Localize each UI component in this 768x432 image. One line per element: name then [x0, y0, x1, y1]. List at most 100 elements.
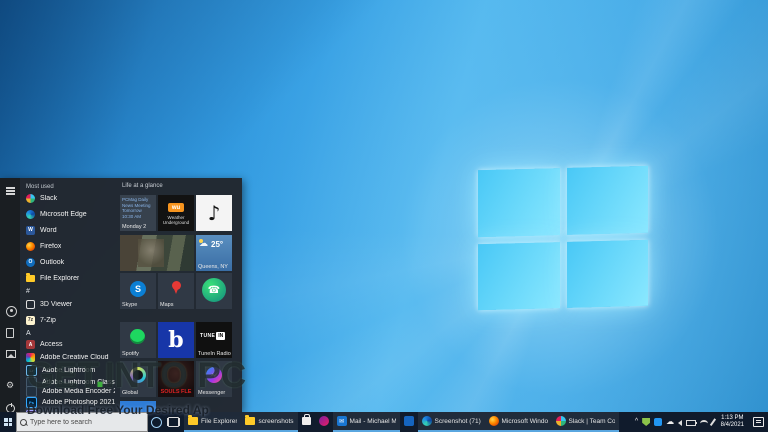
- start-menu-rail: ⚙: [0, 178, 20, 413]
- screen: ⚙ Most used Slack Microsoft Edge Word Fi…: [0, 0, 768, 432]
- spotify-icon: [130, 329, 145, 344]
- tile-photos[interactable]: [120, 235, 194, 271]
- battery-icon[interactable]: [686, 420, 698, 426]
- app-item-edge[interactable]: Microsoft Edge: [26, 206, 115, 222]
- skype-icon: S: [130, 281, 146, 297]
- windows-logo: [478, 165, 648, 311]
- taskbar-slack[interactable]: Slack | Team Comm...: [551, 412, 619, 432]
- tile-label: Queens, NY: [198, 264, 228, 270]
- windows-logo-pane: [566, 165, 648, 235]
- slack-icon: [555, 416, 566, 426]
- clock-date: 8/4/2021: [720, 422, 744, 428]
- tile-label: Weather Underground: [162, 215, 190, 225]
- archive-icon: [26, 315, 35, 325]
- taskbar-purple-app[interactable]: [315, 412, 333, 432]
- pictures-button[interactable]: [6, 350, 16, 358]
- tile-spotify[interactable]: Spotify: [120, 322, 156, 358]
- search-input[interactable]: [30, 418, 144, 426]
- action-center-button[interactable]: [751, 417, 766, 427]
- defender-shield-icon[interactable]: [642, 418, 651, 426]
- task-view-icon: [168, 417, 179, 427]
- tile-skype[interactable]: S Skype: [120, 273, 156, 309]
- taskbar-blue-app[interactable]: [400, 412, 418, 432]
- windows-logo-pane: [478, 241, 560, 311]
- music-note-icon: ♪: [207, 201, 221, 225]
- folder-icon: [188, 415, 198, 425]
- store-bag-icon: [301, 414, 311, 425]
- taskbar-screenshots-folder[interactable]: screenshots: [241, 412, 298, 432]
- calendar-news-text: PCMag Daily News Meeting Tomorrow 10:30 …: [122, 197, 151, 219]
- browser-circle-icon: [421, 416, 432, 426]
- map-pin-icon: [172, 281, 181, 294]
- weather-underground-icon: wu: [168, 203, 184, 212]
- taskbar-firefox[interactable]: Microsoft Window...: [484, 412, 552, 432]
- search-icon: [20, 418, 27, 426]
- tile-weather[interactable]: ☁ 25° Queens, NY: [196, 235, 232, 271]
- app-item-file-explorer[interactable]: File Explorer: [26, 270, 115, 286]
- tunein-icon: TUNE IN: [200, 332, 226, 340]
- tiles-group-header[interactable]: Life at a glance: [122, 183, 163, 189]
- bluetooth-icon[interactable]: [654, 418, 663, 426]
- app-item-access[interactable]: Access: [26, 338, 115, 351]
- getintopc-watermark: GET.INTO PC: [27, 356, 247, 395]
- whatsapp-icon: ☎: [202, 278, 226, 302]
- temperature: 25°: [211, 240, 224, 249]
- start-button[interactable]: [0, 412, 16, 432]
- firefox-icon: [26, 241, 35, 251]
- tile-tunein[interactable]: TUNE IN TuneIn Radio: [196, 322, 232, 358]
- b-logo-icon: b: [168, 327, 184, 353]
- windows-logo-pane: [478, 168, 560, 237]
- hamburger-icon: [6, 187, 15, 193]
- taskbar-mail[interactable]: ✉ Mail - Michael Mu...: [332, 412, 400, 432]
- app-item-7zip[interactable]: 7-Zip: [26, 312, 115, 328]
- app-item-3d-viewer[interactable]: 3D Viewer: [26, 296, 115, 312]
- taskbar-clock[interactable]: 1:13 PM 8/4/2021: [718, 415, 747, 429]
- section-header-hash[interactable]: #: [26, 286, 115, 296]
- watermark-tagline: Download Free Your Desired Ap: [27, 403, 209, 417]
- cube-icon: [26, 299, 35, 309]
- edge-icon: [26, 209, 35, 219]
- cloud-icon: ☁: [199, 239, 208, 249]
- app-item-outlook[interactable]: Outlook: [26, 254, 115, 270]
- clock-time: 1:13 PM: [721, 415, 744, 421]
- outlook-icon: [26, 257, 35, 267]
- tile-label: Maps: [160, 302, 174, 308]
- tile-calendar[interactable]: PCMag Daily News Meeting Tomorrow 10:30 …: [120, 195, 156, 231]
- taskbar-screenshot-window[interactable]: Screenshot (71).pn...: [417, 412, 485, 432]
- system-tray: ^ ☁ 1:13 PM 8/4/2021: [635, 412, 768, 432]
- folder-icon: [245, 415, 256, 425]
- folder-icon: [26, 273, 35, 282]
- taskbar-store[interactable]: [298, 412, 315, 432]
- tile-groove-music[interactable]: ♪: [196, 195, 232, 231]
- taskbar-buttons: File Explorer screenshots ✉ Mail - Micha…: [184, 412, 619, 432]
- firefox-icon: [488, 416, 499, 426]
- app-item-firefox[interactable]: Firefox: [26, 238, 115, 254]
- tile-label: Monday 2: [122, 224, 147, 230]
- volume-icon[interactable]: [678, 419, 683, 426]
- tile-weather-underground[interactable]: wu Weather Underground: [158, 195, 194, 231]
- section-header-a[interactable]: A: [26, 328, 115, 338]
- action-center-icon: [753, 417, 764, 427]
- app-item-slack[interactable]: Slack: [26, 190, 115, 206]
- pen-icon[interactable]: [709, 418, 716, 426]
- blue-app-icon: [403, 416, 414, 426]
- settings-button[interactable]: ⚙: [6, 381, 15, 390]
- onedrive-cloud-icon[interactable]: ☁: [666, 418, 674, 426]
- slack-icon: [26, 193, 35, 203]
- windows-start-icon: [4, 418, 12, 426]
- hamburger-menu-button[interactable]: [6, 184, 15, 193]
- cortana-icon: [151, 416, 162, 428]
- word-icon: [26, 225, 35, 235]
- network-icon[interactable]: [700, 420, 709, 427]
- tile-whatsapp[interactable]: ☎: [196, 273, 232, 309]
- tile-b-app[interactable]: b: [158, 322, 194, 358]
- access-icon: [26, 340, 35, 349]
- app-item-word[interactable]: Word: [26, 222, 115, 238]
- tile-maps[interactable]: Maps: [158, 273, 194, 309]
- tile-label: Skype: [122, 302, 138, 308]
- mail-icon: ✉: [336, 416, 347, 426]
- windows-logo-pane: [566, 239, 648, 308]
- documents-button[interactable]: [6, 328, 14, 338]
- user-account-button[interactable]: [6, 306, 17, 317]
- hidden-icons-chevron[interactable]: ^: [635, 418, 638, 425]
